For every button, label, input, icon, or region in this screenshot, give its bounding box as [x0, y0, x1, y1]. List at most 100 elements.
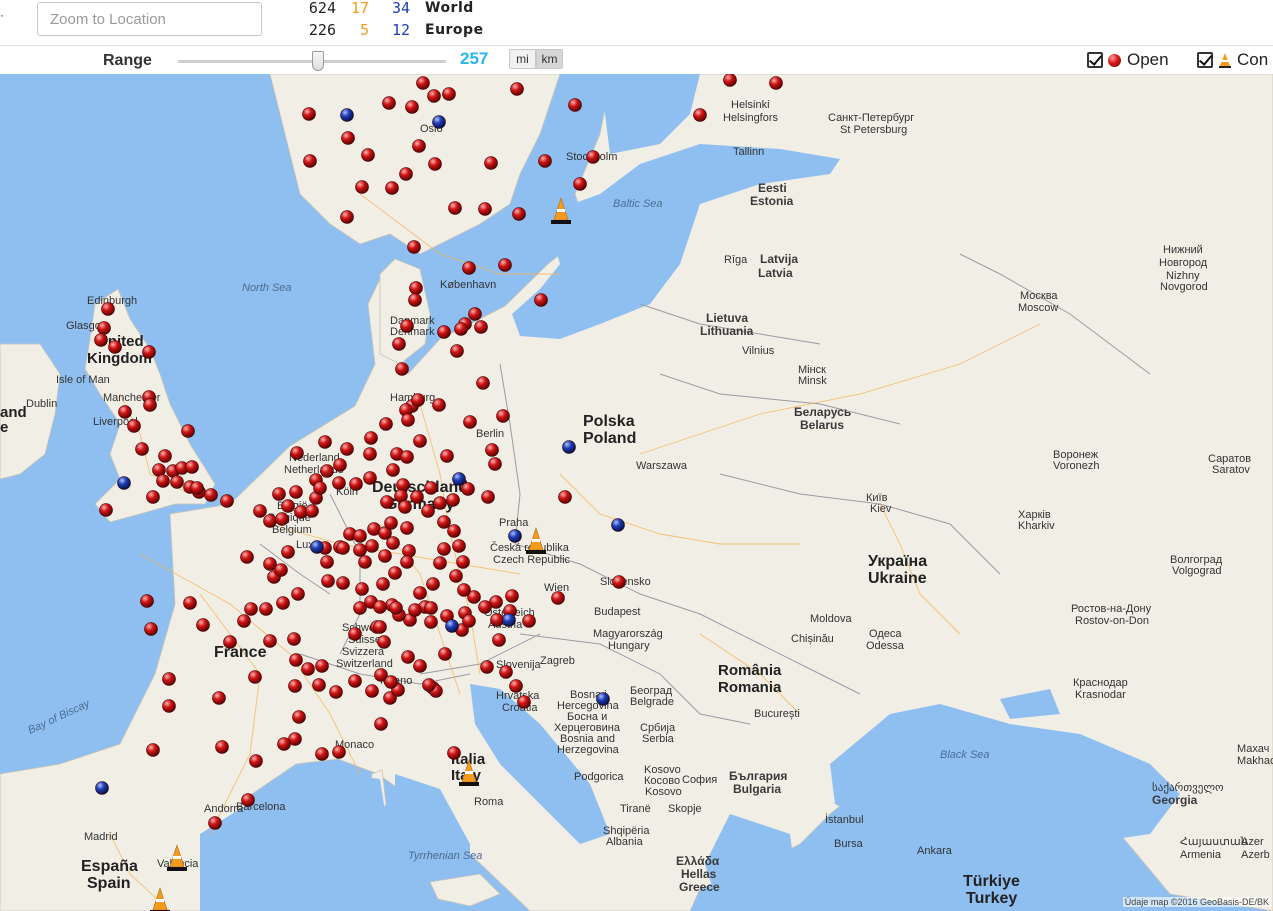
open-site-marker[interactable] [496, 409, 510, 423]
open-site-marker[interactable] [215, 740, 229, 754]
open-site-marker[interactable] [140, 594, 154, 608]
open-site-marker[interactable] [146, 490, 160, 504]
open-site-marker[interactable] [461, 482, 475, 496]
map-svg[interactable]: North Sea Baltic Sea Bay of Biscay Black… [0, 74, 1273, 911]
permit-site-marker[interactable] [452, 472, 466, 486]
open-site-marker[interactable] [373, 620, 387, 634]
open-site-marker[interactable] [452, 539, 466, 553]
open-site-marker[interactable] [374, 717, 388, 731]
open-site-marker[interactable] [313, 481, 327, 495]
open-site-marker[interactable] [432, 398, 446, 412]
open-site-marker[interactable] [302, 107, 316, 121]
open-site-marker[interactable] [146, 743, 160, 757]
open-site-marker[interactable] [408, 603, 422, 617]
open-site-marker[interactable] [185, 460, 199, 474]
open-site-marker[interactable] [478, 600, 492, 614]
open-site-marker[interactable] [437, 325, 451, 339]
open-site-marker[interactable] [407, 240, 421, 254]
open-site-marker[interactable] [437, 542, 451, 556]
open-site-marker[interactable] [538, 154, 552, 168]
open-site-marker[interactable] [558, 490, 572, 504]
permit-site-marker[interactable] [340, 108, 354, 122]
open-site-marker[interactable] [340, 210, 354, 224]
open-site-marker[interactable] [348, 627, 362, 641]
open-site-marker[interactable] [181, 424, 195, 438]
unit-mi-button[interactable]: mi [509, 49, 536, 69]
open-site-marker[interactable] [363, 447, 377, 461]
open-site-marker[interactable] [446, 493, 460, 507]
open-site-marker[interactable] [427, 89, 441, 103]
open-site-marker[interactable] [399, 167, 413, 181]
open-site-marker[interactable] [333, 458, 347, 472]
open-site-marker[interactable] [386, 463, 400, 477]
open-site-marker[interactable] [389, 601, 403, 615]
open-site-marker[interactable] [468, 307, 482, 321]
open-site-marker[interactable] [408, 293, 422, 307]
open-site-marker[interactable] [332, 476, 346, 490]
open-site-marker[interactable] [409, 281, 423, 295]
open-site-marker[interactable] [510, 82, 524, 96]
open-site-marker[interactable] [392, 337, 406, 351]
open-site-marker[interactable] [413, 586, 427, 600]
open-site-marker[interactable] [272, 487, 286, 501]
open-site-marker[interactable] [377, 635, 391, 649]
range-slider-handle[interactable] [312, 51, 324, 71]
open-site-marker[interactable] [162, 699, 176, 713]
open-site-marker[interactable] [400, 319, 414, 333]
open-site-marker[interactable] [438, 647, 452, 661]
open-site-marker[interactable] [287, 632, 301, 646]
open-site-marker[interactable] [462, 614, 476, 628]
open-site-marker[interactable] [253, 504, 267, 518]
legend-construction-toggle[interactable]: Con [1197, 49, 1268, 71]
open-site-marker[interactable] [292, 710, 306, 724]
open-site-marker[interactable] [551, 591, 565, 605]
open-site-marker[interactable] [568, 98, 582, 112]
open-site-marker[interactable] [422, 678, 436, 692]
open-site-marker[interactable] [426, 577, 440, 591]
open-site-marker[interactable] [382, 96, 396, 110]
open-site-marker[interactable] [384, 675, 398, 689]
open-site-marker[interactable] [312, 678, 326, 692]
open-site-marker[interactable] [237, 614, 251, 628]
permit-site-marker[interactable] [117, 476, 131, 490]
open-site-marker[interactable] [498, 258, 512, 272]
open-site-marker[interactable] [769, 76, 783, 90]
open-site-marker[interactable] [454, 322, 468, 336]
open-site-marker[interactable] [101, 302, 115, 316]
open-site-marker[interactable] [395, 362, 409, 376]
open-site-marker[interactable] [405, 100, 419, 114]
open-site-marker[interactable] [275, 512, 289, 526]
open-site-marker[interactable] [573, 177, 587, 191]
open-site-marker[interactable] [196, 618, 210, 632]
open-site-marker[interactable] [457, 583, 471, 597]
open-site-marker[interactable] [204, 488, 218, 502]
open-site-marker[interactable] [481, 490, 495, 504]
open-site-marker[interactable] [534, 293, 548, 307]
open-site-marker[interactable] [488, 457, 502, 471]
open-site-marker[interactable] [505, 589, 519, 603]
open-site-marker[interactable] [398, 500, 412, 514]
open-site-marker[interactable] [428, 157, 442, 171]
permit-site-marker[interactable] [508, 529, 522, 543]
open-site-marker[interactable] [490, 613, 504, 627]
open-site-marker[interactable] [241, 793, 255, 807]
open-site-marker[interactable] [448, 201, 462, 215]
open-site-marker[interactable] [612, 575, 626, 589]
open-site-marker[interactable] [478, 202, 492, 216]
permit-site-marker[interactable] [502, 613, 516, 627]
open-site-marker[interactable] [424, 481, 438, 495]
open-site-marker[interactable] [170, 475, 184, 489]
open-site-marker[interactable] [288, 679, 302, 693]
open-site-marker[interactable] [348, 674, 362, 688]
open-site-marker[interactable] [433, 496, 447, 510]
open-site-marker[interactable] [320, 464, 334, 478]
open-site-marker[interactable] [522, 614, 536, 628]
open-site-marker[interactable] [400, 555, 414, 569]
open-site-marker[interactable] [384, 516, 398, 530]
open-site-marker[interactable] [424, 615, 438, 629]
open-site-marker[interactable] [190, 481, 204, 495]
open-site-marker[interactable] [291, 587, 305, 601]
open-site-marker[interactable] [385, 181, 399, 195]
open-site-marker[interactable] [456, 555, 470, 569]
open-site-marker[interactable] [450, 344, 464, 358]
